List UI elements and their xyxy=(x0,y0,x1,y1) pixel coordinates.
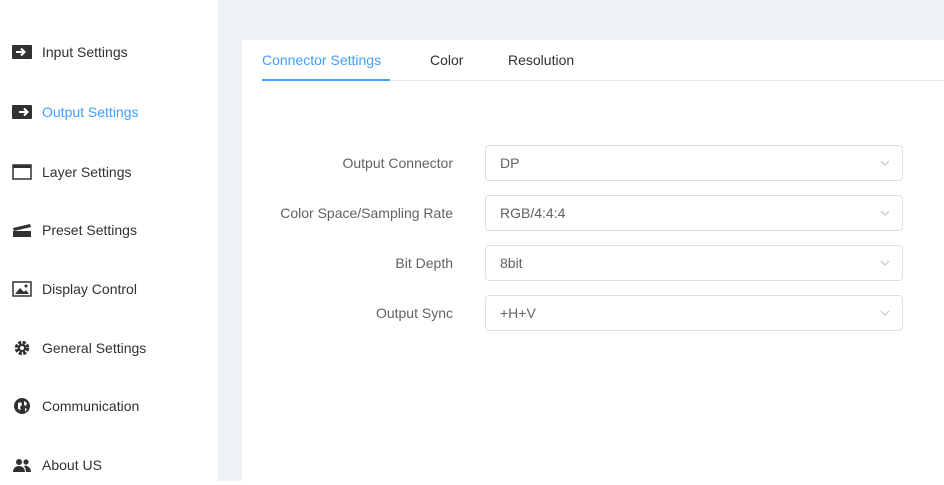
sidebar-item-label: Preset Settings xyxy=(42,222,137,238)
sidebar-item-label: Input Settings xyxy=(42,44,128,60)
color-space-select[interactable]: RGB/4:4:4 xyxy=(485,195,903,231)
sidebar-item-display-control[interactable]: Display Control xyxy=(0,269,218,309)
output-arrow-icon xyxy=(12,104,32,120)
sidebar-item-label: Display Control xyxy=(42,281,137,297)
sidebar-item-general-settings[interactable]: General Settings xyxy=(0,328,218,368)
users-icon xyxy=(12,457,32,473)
select-value: +H+V xyxy=(500,305,536,321)
window-icon xyxy=(12,164,32,180)
sidebar-item-label: Output Settings xyxy=(42,104,139,120)
gear-icon xyxy=(12,340,32,356)
output-connector-select[interactable]: DP xyxy=(485,145,903,181)
sidebar-item-communication[interactable]: Communication xyxy=(0,386,218,426)
sidebar-item-output-settings[interactable]: Output Settings xyxy=(0,92,218,132)
bit-depth-select[interactable]: 8bit xyxy=(485,245,903,281)
tab-bar: Connector Settings Color Resolution xyxy=(262,40,944,81)
output-connector-label: Output Connector xyxy=(342,155,453,171)
chevron-down-icon xyxy=(880,160,890,166)
select-value: 8bit xyxy=(500,255,523,271)
output-sync-select[interactable]: +H+V xyxy=(485,295,903,331)
sidebar-item-label: Communication xyxy=(42,398,140,414)
sidebar-item-label: Layer Settings xyxy=(42,164,132,180)
select-value: DP xyxy=(500,155,520,171)
active-tab-indicator xyxy=(262,79,390,81)
image-icon xyxy=(12,281,32,297)
clapper-icon xyxy=(12,222,32,238)
bit-depth-label: Bit Depth xyxy=(395,255,453,271)
chevron-down-icon xyxy=(880,310,890,316)
output-sync-label: Output Sync xyxy=(375,305,453,321)
chevron-down-icon xyxy=(880,210,890,216)
select-value: RGB/4:4:4 xyxy=(500,205,566,221)
tab-resolution[interactable]: Resolution xyxy=(508,40,574,80)
sidebar-item-layer-settings[interactable]: Layer Settings xyxy=(0,152,218,192)
sidebar-item-about-us[interactable]: About US xyxy=(0,445,218,485)
sidebar-item-label: General Settings xyxy=(42,340,147,356)
settings-panel: Connector Settings Color Resolution Outp… xyxy=(242,40,944,481)
tab-connector-settings[interactable]: Connector Settings xyxy=(262,40,390,81)
sidebar-item-label: About US xyxy=(42,457,102,473)
sidebar-item-input-settings[interactable]: Input Settings xyxy=(0,32,218,72)
tab-color[interactable]: Color xyxy=(430,40,463,80)
globe-icon xyxy=(12,398,32,414)
color-space-label: Color Space/Sampling Rate xyxy=(280,205,453,221)
sidebar: Input Settings Output Settings Layer Set… xyxy=(0,0,218,481)
chevron-down-icon xyxy=(880,260,890,266)
sidebar-item-preset-settings[interactable]: Preset Settings xyxy=(0,210,218,250)
input-arrow-icon xyxy=(12,44,32,60)
